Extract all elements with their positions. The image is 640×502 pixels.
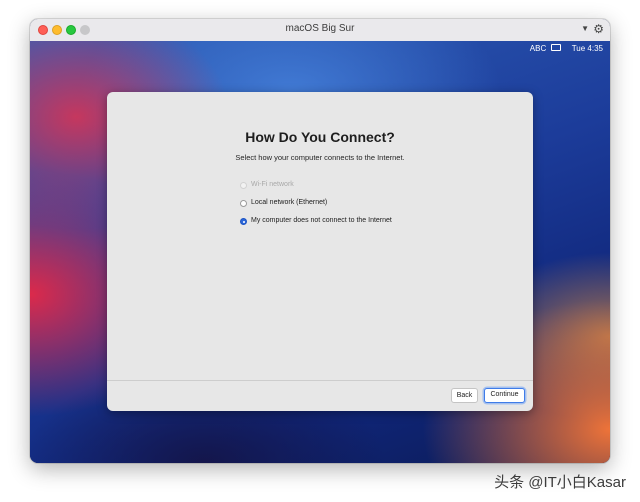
radio-wifi (240, 182, 247, 189)
watermark: 头条 @IT小白Kasar (494, 474, 626, 491)
back-button[interactable]: Back (451, 388, 478, 403)
vm-window: macOS Big Sur ▼ ⚙ ABC Tue 4:35 How Do Yo… (30, 19, 610, 463)
gear-icon[interactable]: ⚙ (593, 22, 604, 36)
input-source-label[interactable]: ABC (530, 44, 546, 53)
continue-button[interactable]: Continue (484, 388, 525, 403)
page-title: How Do You Connect? (245, 129, 395, 145)
option-ethernet-label[interactable]: Local network (Ethernet) (251, 199, 327, 206)
window-title: macOS Big Sur (285, 23, 355, 34)
option-wifi-label: Wi-Fi network (251, 181, 294, 188)
option-no-internet-label[interactable]: My computer does not connect to the Inte… (251, 217, 392, 224)
setup-assistant-sheet: How Do You Connect? Select how your comp… (107, 92, 533, 411)
chevron-down-icon[interactable]: ▼ (581, 24, 589, 33)
desktop-wallpaper: ABC Tue 4:35 How Do You Connect? Select … (30, 41, 610, 463)
menubar-clock[interactable]: Tue 4:35 (572, 44, 603, 53)
footer-divider (107, 380, 533, 381)
window-titlebar: macOS Big Sur ▼ ⚙ (30, 19, 610, 42)
keyboard-icon[interactable] (551, 44, 562, 52)
radio-ethernet[interactable] (240, 200, 247, 207)
radio-no-internet[interactable] (240, 218, 247, 225)
page-subtitle: Select how your computer connects to the… (235, 153, 405, 162)
menubar-status: ABC Tue 4:35 (530, 44, 603, 53)
